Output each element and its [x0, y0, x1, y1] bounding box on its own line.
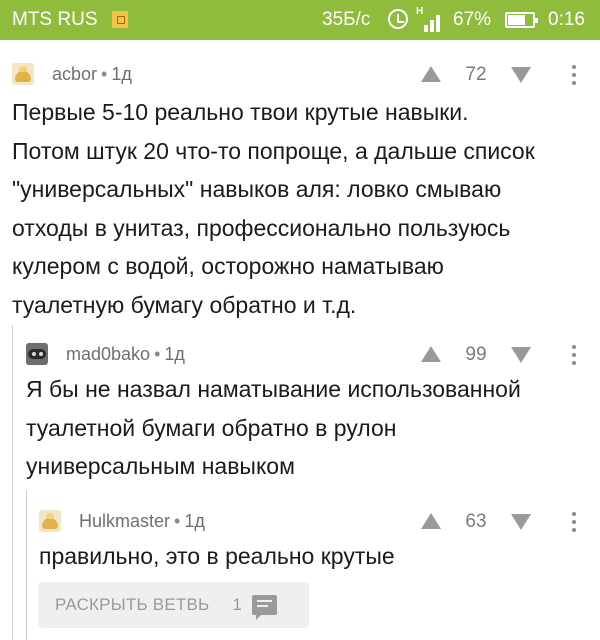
avatar[interactable]	[12, 63, 34, 85]
comment-meta: mad0bako • 1д	[26, 342, 185, 366]
comment-line: правильно, это в реально крутые	[39, 543, 395, 569]
rating-count: 72	[465, 64, 487, 85]
username[interactable]: acbor	[52, 64, 97, 85]
downvote-arrow-icon[interactable]	[511, 67, 531, 83]
network-type: H	[416, 6, 424, 17]
username[interactable]: mad0bako	[66, 344, 150, 365]
alarm-icon	[388, 9, 408, 29]
thread-line	[26, 490, 27, 640]
upvote-arrow-icon[interactable]	[421, 513, 441, 529]
comment-body: правильно, это в реально крутые	[39, 537, 395, 576]
lock-notification-icon	[112, 11, 128, 28]
avatar[interactable]	[39, 510, 61, 532]
battery-percent: 67%	[453, 9, 492, 30]
more-options-icon[interactable]	[571, 345, 577, 367]
separator-dot: •	[154, 343, 161, 364]
battery-icon	[505, 12, 538, 28]
comment-line: Я бы не назвал наматывание использованно…	[26, 376, 521, 402]
comment-line: универсальным навыком	[26, 453, 295, 479]
comment-body: Я бы не назвал наматывание использованно…	[26, 370, 521, 486]
username[interactable]: Hulkmaster	[79, 511, 170, 532]
rating-count: 99	[465, 344, 487, 365]
reply-count: 1	[232, 595, 242, 614]
expand-branch-button[interactable]: РАСКРЫТЬ ВЕТВЬ 1	[38, 582, 309, 628]
upvote-arrow-icon[interactable]	[421, 346, 441, 362]
comment-line: туалетной бумаги обратно в рулон	[26, 414, 397, 441]
separator-dot: •	[174, 510, 181, 531]
thread-line	[12, 325, 13, 640]
more-options-icon[interactable]	[571, 512, 577, 534]
upvote-arrow-icon[interactable]	[421, 66, 441, 82]
avatar[interactable]	[26, 343, 48, 365]
comment-line: кулером с водой, осторожно наматываю	[12, 253, 444, 279]
separator-dot: •	[101, 63, 108, 84]
network-speed: 35Б/с	[322, 9, 371, 30]
status-bar: MTS RUS 35Б/с H 67% 0:16	[0, 0, 600, 40]
downvote-arrow-icon[interactable]	[511, 514, 531, 530]
comment-age: 1д	[164, 343, 185, 364]
comment-line: "универсальных" навыков аля: ловко смыва…	[12, 176, 502, 202]
comment-meta: Hulkmaster • 1д	[39, 509, 205, 533]
signal-strength-icon: H	[416, 6, 444, 32]
downvote-arrow-icon[interactable]	[511, 347, 531, 363]
comment-line: Потом штук 20 что-то попроще, а дальше с…	[12, 137, 535, 164]
comment-age: 1д	[184, 510, 205, 531]
comment-icon	[251, 595, 277, 620]
comment-age: 1д	[111, 63, 132, 84]
more-options-icon[interactable]	[571, 65, 577, 87]
comment-line: туалетную бумагу обратно и т.д.	[12, 291, 357, 318]
comment-body: Первые 5-10 реально твои крутые навыки. …	[12, 93, 535, 324]
comment-line: отходы в унитаз, профессионально пользую…	[12, 214, 511, 241]
rating-count: 63	[465, 511, 487, 532]
clock: 0:16	[548, 9, 585, 30]
comment-meta: acbor • 1д	[12, 62, 132, 86]
expand-branch-label: РАСКРЫТЬ ВЕТВЬ	[55, 595, 210, 614]
comment-line: Первые 5-10 реально твои крутые навыки.	[12, 99, 469, 125]
carrier-name: MTS RUS	[12, 9, 98, 30]
